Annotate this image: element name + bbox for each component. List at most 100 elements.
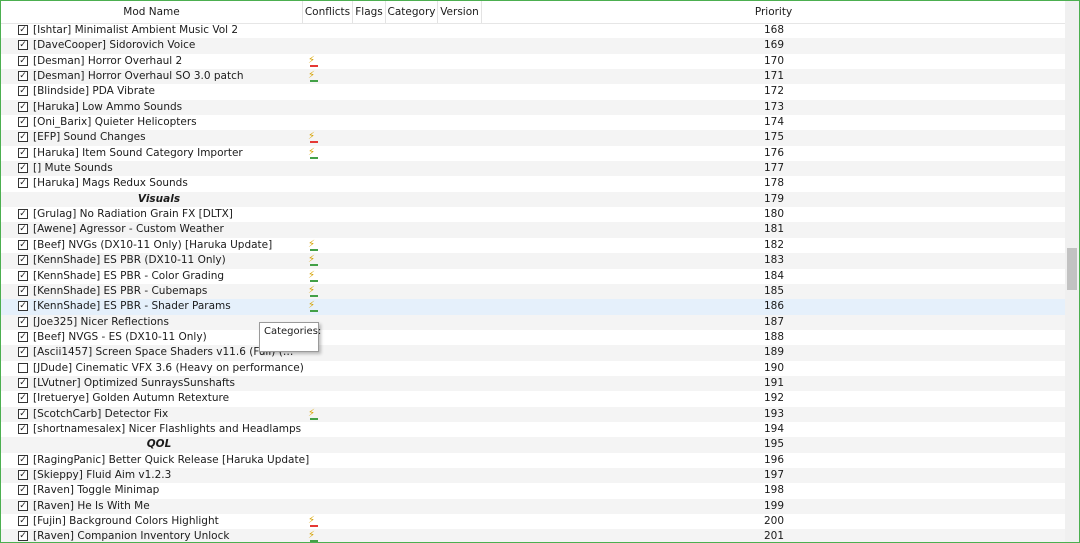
mod-row[interactable]: ✓ [Raven] Toggle Minimap 198 xyxy=(1,483,1065,498)
mod-row[interactable]: ✓ [Beef] NVGs (DX10-11 Only) [Haruka Upda… xyxy=(1,238,1065,253)
mod-priority: 189 xyxy=(763,346,785,359)
enable-checkbox[interactable]: ✓ xyxy=(18,423,28,434)
enable-checkbox[interactable]: ✓ xyxy=(18,316,28,327)
mod-row[interactable]: ✓ [EFP] Sound Changes ⚡ 175 xyxy=(1,130,1065,146)
mod-name: [KennShade] ES PBR - Color Grading xyxy=(33,269,225,282)
mod-name: [Ishtar] Minimalist Ambient Music Vol 2 xyxy=(33,24,239,36)
enable-checkbox[interactable]: ✓ xyxy=(18,25,28,35)
enable-checkbox[interactable] xyxy=(18,362,28,373)
enable-checkbox[interactable]: ✓ xyxy=(18,347,28,358)
enable-checkbox[interactable]: ✓ xyxy=(18,500,28,511)
mod-priority: 177 xyxy=(763,162,785,175)
conflict-overwrite-overwritten-icon: ⚡ xyxy=(307,147,318,159)
mod-row[interactable]: ✓ [Desman] Horror Overhaul SO 3.0 patch ⚡ 1… xyxy=(1,69,1065,85)
mod-row[interactable]: ✓ [KennShade] ES PBR - Cubemaps ⚡ 185 xyxy=(1,283,1065,300)
enable-checkbox[interactable]: ✓ xyxy=(18,40,28,51)
enable-checkbox[interactable]: ✓ xyxy=(18,132,28,143)
mod-row[interactable]: ✓ [Beef] NVGS - ES (DX10-11 Only) 188 xyxy=(1,330,1065,345)
mod-name: [KennShade] ES PBR - Cubemaps xyxy=(33,284,208,297)
enable-checkbox[interactable]: ✓ xyxy=(18,301,28,312)
mod-row[interactable]: ✓ [Fujin] Background Colors Highlight ⚡ 200 xyxy=(1,514,1065,529)
enable-checkbox[interactable]: ✓ xyxy=(18,531,28,542)
enable-checkbox[interactable]: ✓ xyxy=(18,516,28,526)
mod-row[interactable]: ✓ [Haruka] Item Sound Category Importer ⚡ 1… xyxy=(1,146,1065,161)
mod-priority: 196 xyxy=(763,453,785,466)
enable-checkbox[interactable]: ✓ xyxy=(18,117,28,128)
mod-name: [Desman] Horror Overhaul 2 xyxy=(33,54,183,67)
mod-row[interactable]: ✓ [Blindside] PDA Vibrate 172 xyxy=(1,84,1065,99)
mod-row[interactable]: ✓ [Awene] Agressor - Custom Weather 181 xyxy=(1,222,1065,238)
enable-checkbox[interactable]: ✓ xyxy=(18,270,28,281)
mod-priority: 198 xyxy=(763,484,785,497)
enable-checkbox[interactable]: ✓ xyxy=(18,408,28,419)
separator-label: Visuals xyxy=(137,192,181,205)
separator-row[interactable]: QOL 195 xyxy=(1,437,1065,453)
enable-checkbox[interactable]: ✓ xyxy=(18,147,28,158)
column-header-category[interactable]: Category xyxy=(386,1,438,23)
mod-row[interactable]: ✓ [Ascii1457] Screen Space Shaders v11.6 … xyxy=(1,345,1065,361)
column-header-conflicts[interactable]: Conflicts xyxy=(303,1,353,23)
mod-row[interactable]: ✓ [Haruka] Low Ammo Sounds 173 xyxy=(1,99,1065,116)
enable-checkbox[interactable]: ✓ xyxy=(18,377,28,388)
mod-name: [Skieppy] Fluid Aim v1.2.3 xyxy=(33,468,172,481)
mod-row[interactable]: ✓ [Raven] He Is With Me 199 xyxy=(1,498,1065,514)
mod-row[interactable]: ✓ [Desman] Horror Overhaul 2 ⚡ 170 xyxy=(1,54,1065,69)
column-header-version[interactable]: Version xyxy=(438,1,482,23)
conflict-overwrite-icon: ⚡ xyxy=(307,55,318,67)
mod-row[interactable]: ✓ [Grulag] No Radiation Grain FX [DLTX] 18… xyxy=(1,207,1065,222)
mod-row[interactable]: ✓ [Joe325] Nicer Reflections 187 xyxy=(1,314,1065,330)
mod-row[interactable]: ✓ [shortnamesalex] Nicer Flashlights and … xyxy=(1,422,1065,437)
mod-row[interactable]: ✓ [KennShade] ES PBR (DX10-11 Only) ⚡ 183 xyxy=(1,253,1065,269)
scrollbar-thumb[interactable] xyxy=(1067,248,1077,290)
mod-priority: 178 xyxy=(763,177,785,190)
enable-checkbox[interactable]: ✓ xyxy=(18,285,28,296)
mod-name: [Raven] Companion Inventory Unlock xyxy=(33,530,230,543)
conflict-overwrite-overwritten-icon: ⚡ xyxy=(307,285,318,297)
enable-checkbox[interactable]: ✓ xyxy=(18,331,28,342)
enable-checkbox[interactable]: ✓ xyxy=(18,393,28,404)
mod-row[interactable]: ✓ [Raven] Companion Inventory Unlock ⚡ 201 xyxy=(1,529,1065,543)
enable-checkbox[interactable]: ✓ xyxy=(18,209,28,220)
mod-name: [Blindside] PDA Vibrate xyxy=(33,85,156,98)
enable-checkbox[interactable]: ✓ xyxy=(18,178,28,189)
column-header-mod-name[interactable]: Mod Name xyxy=(1,1,303,23)
enable-checkbox[interactable]: ✓ xyxy=(18,224,28,235)
mod-row[interactable]: ✓ [KennShade] ES PBR - Shader Params ⚡ 186 xyxy=(1,299,1065,315)
mod-row[interactable]: ✓ [Ishtar] Minimalist Ambient Music Vol 2… xyxy=(1,23,1065,38)
enable-checkbox[interactable]: ✓ xyxy=(18,71,28,82)
mod-row[interactable]: ✓ [RagingPanic] Better Quick Release [Har… xyxy=(1,453,1065,468)
mod-name: [KennShade] ES PBR - Shader Params xyxy=(33,300,231,313)
conflict-overwrite-icon: ⚡ xyxy=(307,516,318,527)
mod-row[interactable]: ✓ [LVutner] Optimized SunraysSunshafts 191 xyxy=(1,375,1065,392)
mod-row[interactable]: ✓ [Skieppy] Fluid Aim v1.2.3 197 xyxy=(1,467,1065,484)
mod-priority: 180 xyxy=(763,208,785,221)
enable-checkbox[interactable]: ✓ xyxy=(18,163,28,174)
mod-row[interactable]: ✓ [DaveCooper] Sidorovich Voice 169 xyxy=(1,38,1065,54)
enable-checkbox[interactable]: ✓ xyxy=(18,485,28,496)
mod-row[interactable]: ✓ [Haruka] Mags Redux Sounds 178 xyxy=(1,176,1065,191)
mod-priority: 199 xyxy=(763,499,785,512)
enable-checkbox[interactable]: ✓ xyxy=(18,255,28,266)
mod-row[interactable]: ✓ [] Mute Sounds 177 xyxy=(1,161,1065,177)
enable-checkbox[interactable]: ✓ xyxy=(18,239,28,250)
mod-row[interactable]: ✓ [KennShade] ES PBR - Color Grading ⚡ 184 xyxy=(1,269,1065,284)
enable-checkbox[interactable]: ✓ xyxy=(18,55,28,66)
column-header-flags[interactable]: Flags xyxy=(353,1,386,23)
separator-row[interactable]: Visuals 179 xyxy=(1,191,1065,208)
vertical-scrollbar[interactable] xyxy=(1065,1,1079,542)
mod-priority: 184 xyxy=(763,269,785,282)
conflict-overwrite-overwritten-icon: ⚡ xyxy=(307,408,318,420)
enable-checkbox[interactable]: ✓ xyxy=(18,469,28,480)
mod-name: [JDude] Cinematic VFX 3.6 (Heavy on perf… xyxy=(33,361,304,374)
enable-checkbox[interactable]: ✓ xyxy=(18,101,28,112)
mod-row[interactable]: ✓ [Oni_Barix] Quieter Helicopters 174 xyxy=(1,115,1065,130)
enable-checkbox[interactable]: ✓ xyxy=(18,86,28,97)
mod-row[interactable]: ✓ [Iretuerye] Golden Autumn Retexture 192 xyxy=(1,391,1065,406)
column-header-priority[interactable]: ^ Priority xyxy=(482,1,1065,23)
mod-row[interactable]: [JDude] Cinematic VFX 3.6 (Heavy on perf… xyxy=(1,361,1065,376)
mod-row[interactable]: ✓ [ScotchCarb] Detector Fix ⚡ 193 xyxy=(1,406,1065,422)
separator-label: QOL xyxy=(146,438,172,451)
sort-ascending-icon: ^ xyxy=(770,0,777,4)
enable-checkbox[interactable]: ✓ xyxy=(18,454,28,465)
mod-priority: 182 xyxy=(763,238,785,251)
